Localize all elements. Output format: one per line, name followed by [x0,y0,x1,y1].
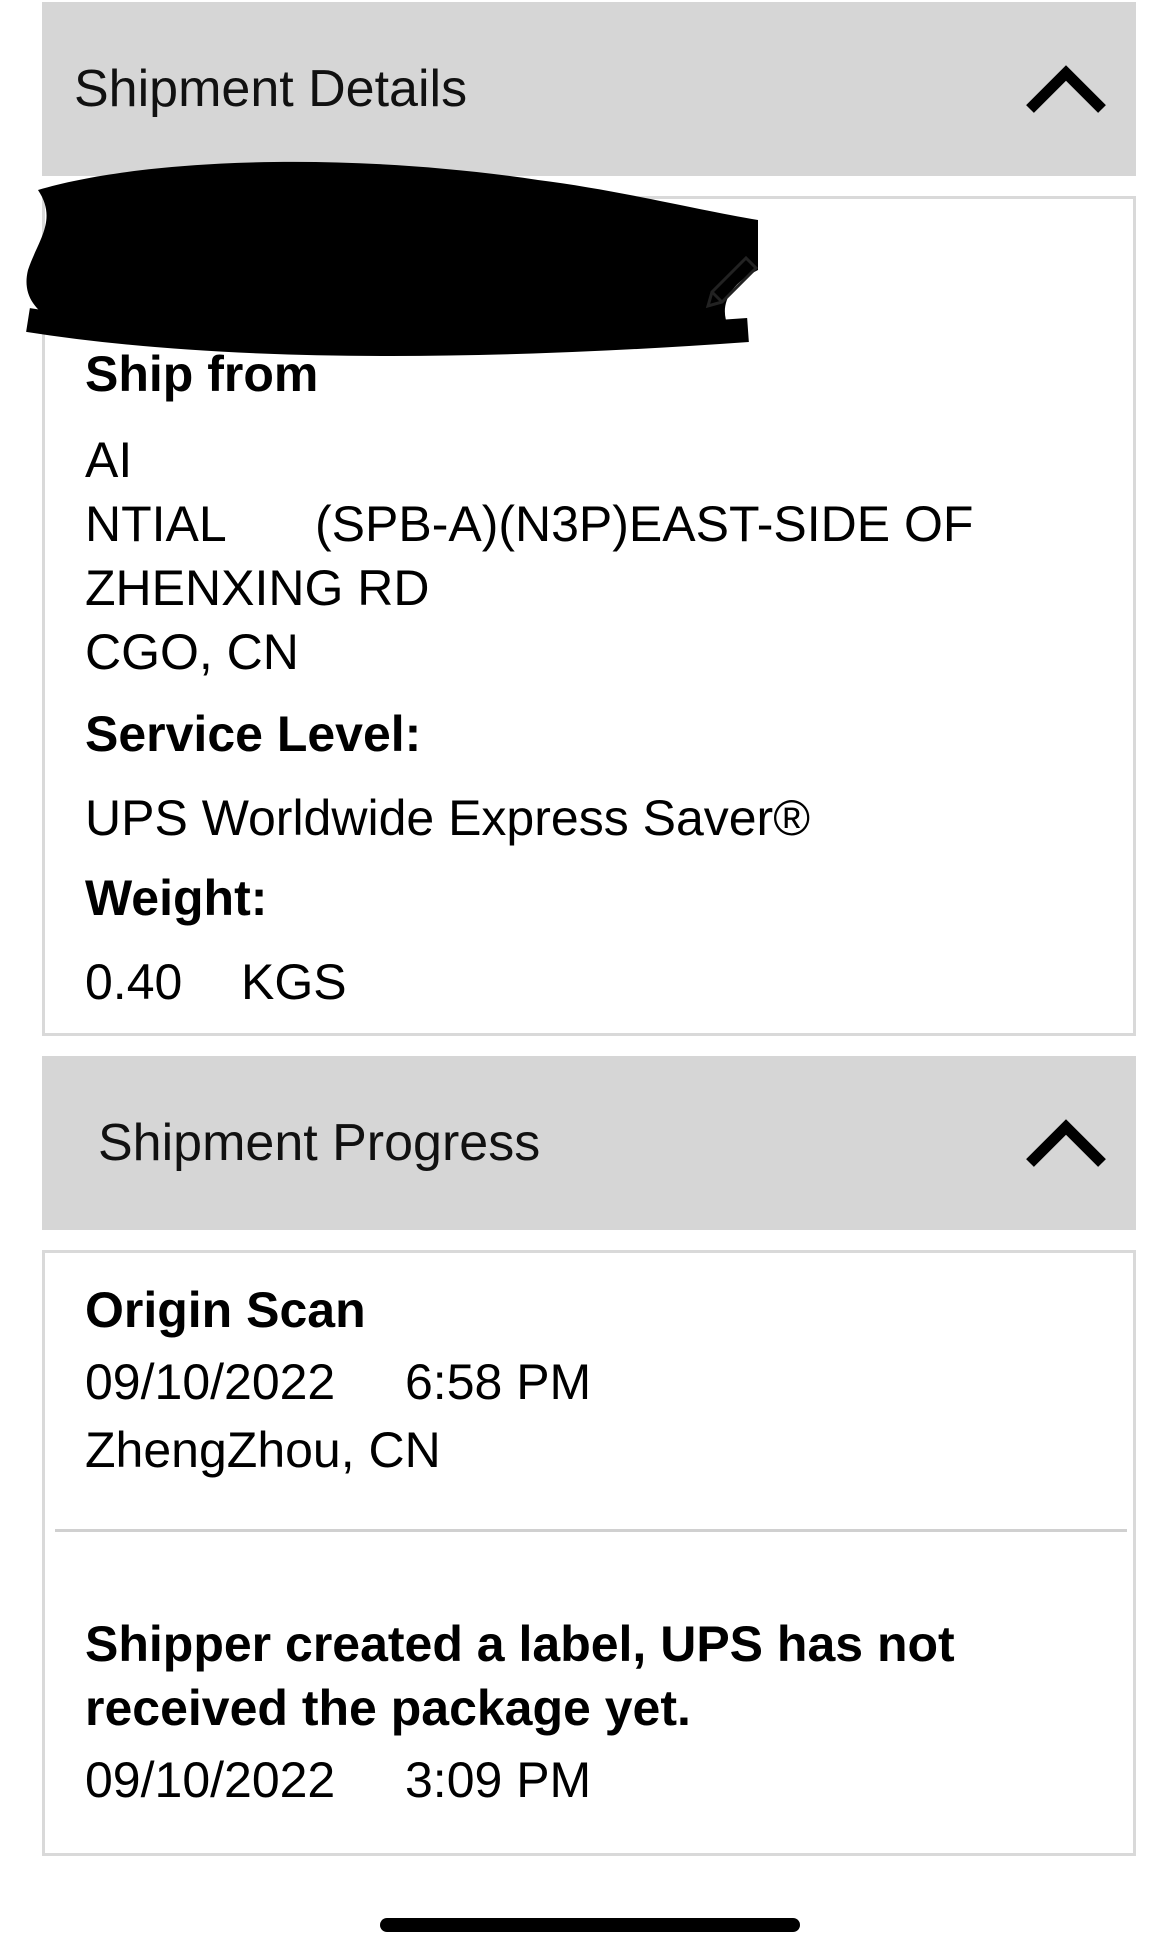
address-line-2b: (SPB-A)(N3P)EAST-SIDE OF [315,496,974,552]
weight-label: Weight: [85,870,268,926]
ship-from-label: Ship from [85,346,319,402]
event-title-line-2: received the package yet. [85,1680,691,1736]
chevron-up-icon[interactable] [1024,63,1108,115]
shipment-details-title: Shipment Details [74,60,468,118]
shipment-details-header[interactable]: Shipment Details [42,2,1136,176]
event-title-line-1: Shipper created a label, UPS has not [85,1616,955,1672]
weight-unit: KGS [241,954,347,1010]
service-level-value: UPS Worldwide Express Saver® [85,790,811,846]
weight-value: 0.40 [85,954,183,1010]
home-indicator[interactable] [380,1918,800,1932]
address-line-3: ZHENXING RD [85,560,430,616]
service-level-label: Service Level: [85,706,422,762]
event-time: 6:58 PM [405,1354,592,1410]
address-line-4: CGO, CN [85,624,299,680]
chevron-up-icon[interactable] [1024,1117,1108,1169]
shipment-progress-header[interactable]: Shipment Progress [42,1056,1136,1230]
event-date: 09/10/2022 [85,1354,336,1410]
shipment-progress-title: Shipment Progress [98,1114,541,1172]
event-date: 09/10/2022 [85,1752,336,1808]
event-divider [55,1529,1127,1532]
address-line-1: AI [85,432,133,488]
event-location: ZhengZhou, CN [85,1422,441,1478]
event-title: Origin Scan [85,1282,366,1338]
page: Shipment Details Ship from AI NTIAL (SPB… [0,0,1170,1945]
shipment-details-card: Ship from AI NTIAL (SPB-A)(N3P)EAST-SIDE… [42,196,1136,1036]
event-time: 3:09 PM [405,1752,592,1808]
shipment-progress-card: Origin Scan 09/10/2022 6:58 PM ZhengZhou… [42,1250,1136,1856]
address-line-2a: NTIAL [85,496,227,552]
edit-icon[interactable] [700,250,764,314]
